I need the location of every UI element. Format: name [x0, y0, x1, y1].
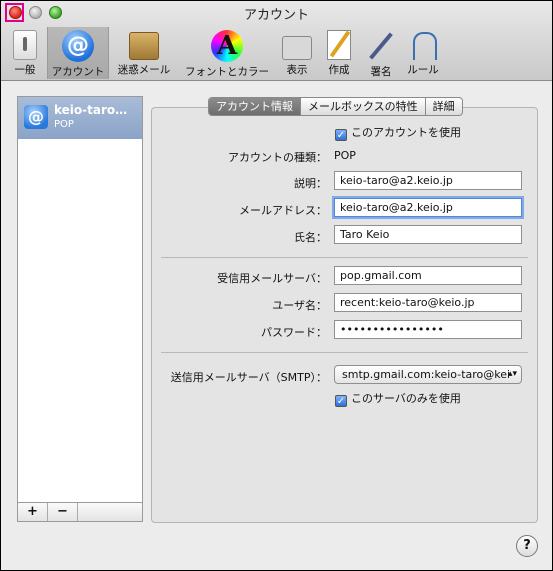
- toolbar-accounts-label: アカウント: [51, 66, 105, 78]
- section-divider: [161, 352, 528, 353]
- font-color-icon: A: [211, 30, 243, 62]
- at-sign-icon: @: [24, 105, 48, 129]
- fullname-field[interactable]: Taro Keio: [334, 225, 522, 244]
- rules-arrow-icon: [409, 32, 437, 60]
- tab-advanced[interactable]: 詳細: [426, 98, 462, 115]
- incoming-server-label: 受信用メールサーバ：: [217, 272, 327, 285]
- only-server-label: このサーバのみを使用: [351, 392, 461, 405]
- only-server-checkbox[interactable]: ✓ このサーバのみを使用: [335, 390, 461, 407]
- mail-preferences-window: アカウント 一般 @ アカウント 迷惑メール A フォントとカラー 表示 作成 …: [1, 1, 552, 570]
- window-title: アカウント: [243, 8, 309, 23]
- enable-account-label: このアカウントを使用: [351, 126, 461, 139]
- toolbar-compose-label: 作成: [328, 64, 350, 76]
- viewer-icon: [282, 36, 312, 60]
- at-sign-icon: @: [62, 30, 94, 62]
- toolbar-fonts[interactable]: A フォントとカラー: [179, 27, 275, 79]
- username-label: ユーザ名：: [272, 299, 327, 312]
- title-toolbar: アカウント 一般 @ アカウント 迷惑メール A フォントとカラー 表示 作成 …: [1, 1, 552, 81]
- account-settings-panel: [151, 107, 538, 523]
- section-divider: [161, 257, 528, 258]
- list-footer: + −: [18, 502, 142, 521]
- description-field[interactable]: keio-taro@a2.keio.jp: [334, 171, 522, 190]
- pen-icon: [365, 30, 397, 62]
- up-down-arrows-icon: ▴▾: [507, 369, 517, 379]
- password-field[interactable]: ••••••••••••••••: [334, 320, 522, 339]
- enable-account-checkbox[interactable]: ✓ このアカウントを使用: [335, 124, 461, 141]
- toolbar-junk[interactable]: 迷惑メール: [114, 27, 174, 79]
- account-item[interactable]: @ keio-taro… POP: [18, 97, 142, 139]
- password-label: パスワード：: [261, 326, 327, 339]
- toolbar-view[interactable]: 表示: [279, 27, 315, 79]
- toolbar-accounts[interactable]: @ アカウント: [47, 27, 109, 79]
- toolbar-junk-label: 迷惑メール: [117, 64, 171, 76]
- toolbar-general[interactable]: 一般: [7, 27, 43, 79]
- account-type-value: POP: [334, 149, 356, 162]
- tab-mailbox-behaviors[interactable]: メールボックスの特性: [301, 98, 426, 115]
- toolbar-signatures[interactable]: 署名: [363, 27, 399, 79]
- preferences-toolbar: 一般 @ アカウント 迷惑メール A フォントとカラー 表示 作成 署名 ルール: [1, 27, 552, 79]
- tab-account-info[interactable]: アカウント情報: [209, 98, 301, 115]
- settings-tabs: アカウント情報 メールボックスの特性 詳細: [208, 97, 463, 116]
- toolbar-compose[interactable]: 作成: [321, 27, 357, 79]
- trash-bag-icon: [129, 32, 159, 60]
- toolbar-signatures-label: 署名: [370, 66, 392, 78]
- accounts-list: @ keio-taro… POP + −: [17, 96, 143, 522]
- incoming-server-field[interactable]: pop.gmail.com: [334, 266, 522, 285]
- account-name: keio-taro…: [54, 103, 128, 117]
- description-label: 説明：: [294, 177, 327, 190]
- username-field[interactable]: recent:keio-taro@keio.jp: [334, 293, 522, 312]
- remove-account-button[interactable]: −: [48, 503, 78, 521]
- pencil-paper-icon: [327, 30, 351, 60]
- switch-icon: [13, 30, 37, 60]
- outgoing-server-value: smtp.gmail.com:keio-taro@kei: [342, 368, 511, 381]
- checkmark-icon: ✓: [335, 129, 347, 141]
- email-field[interactable]: keio-taro@a2.keio.jp: [334, 198, 522, 217]
- toolbar-rules-label: ルール: [407, 64, 439, 76]
- outgoing-server-select[interactable]: smtp.gmail.com:keio-taro@kei ▴▾: [334, 365, 522, 384]
- add-account-button[interactable]: +: [18, 503, 48, 521]
- account-type: POP: [54, 119, 74, 130]
- toolbar-rules[interactable]: ルール: [403, 27, 443, 79]
- toolbar-fonts-label: フォントとカラー: [185, 66, 269, 78]
- toolbar-view-label: 表示: [286, 64, 308, 76]
- outgoing-server-label: 送信用メールサーバ（SMTP）：: [170, 371, 327, 384]
- fullname-label: 氏名：: [294, 231, 327, 244]
- toolbar-general-label: 一般: [14, 64, 36, 76]
- account-type-label: アカウントの種類：: [228, 151, 327, 164]
- help-button[interactable]: ?: [516, 535, 538, 557]
- email-label: メールアドレス：: [239, 204, 327, 217]
- checkmark-icon: ✓: [335, 395, 347, 407]
